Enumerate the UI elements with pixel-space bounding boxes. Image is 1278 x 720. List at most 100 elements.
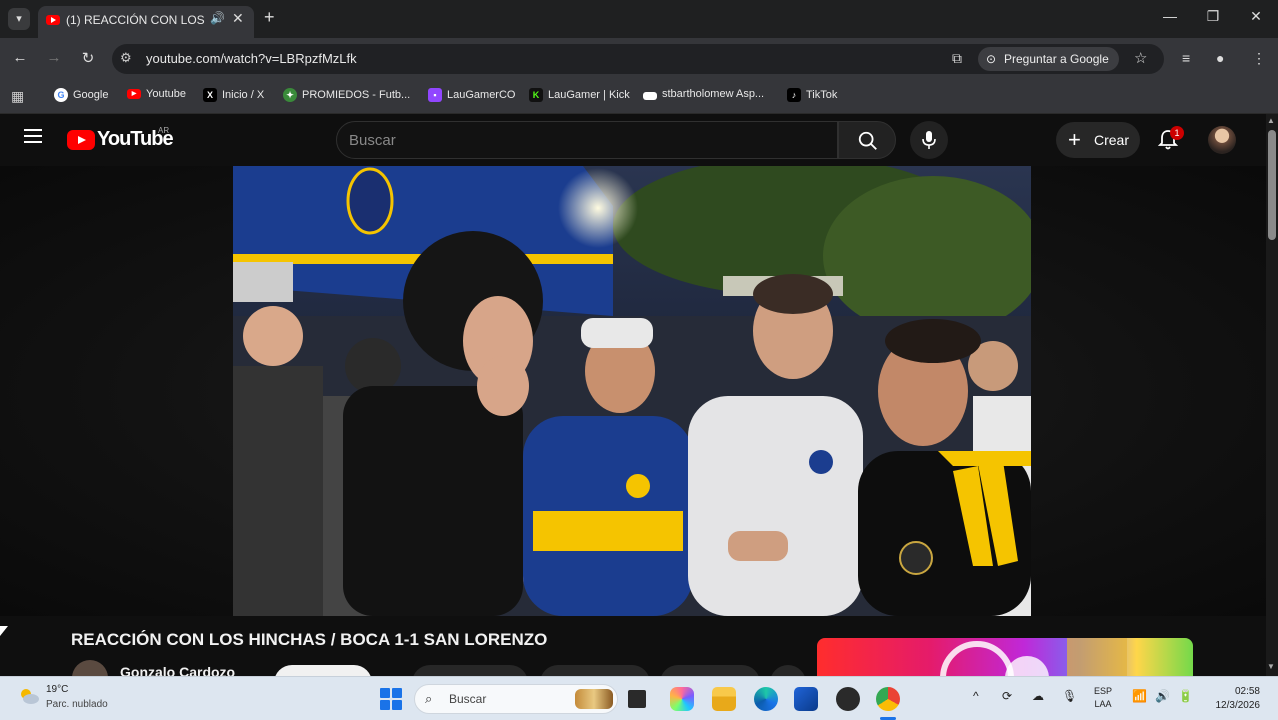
mouse-cursor-icon — [0, 626, 8, 636]
speaker-icon[interactable]: 🔊 — [210, 11, 225, 25]
weather-description[interactable]: Parc. nublado — [46, 699, 108, 710]
notification-badge: 1 — [1170, 126, 1184, 140]
bookmark-label: LauGamerCO — [447, 89, 516, 101]
weather-temperature[interactable]: 19°C — [46, 684, 68, 695]
bookmark-promiedos[interactable]: ✦ PROMIEDOS - Futb... — [283, 88, 410, 102]
address-bar[interactable]: ⚙ youtube.com/watch?v=LBRpzfMzLfk ⧉ ⊙ Pr… — [112, 44, 1164, 74]
scroll-down-icon[interactable]: ▼ — [1267, 662, 1275, 671]
taskbar-search-label: Buscar — [449, 692, 487, 706]
youtube-icon: ▶ — [127, 89, 141, 99]
create-label: Crear — [1094, 132, 1130, 148]
search-button[interactable] — [838, 121, 896, 159]
search-icon — [858, 131, 877, 150]
volume-icon[interactable]: 🔊 — [1155, 689, 1170, 703]
tab-strip: ▾ (1) REACCIÓN CON LOS HI 🔊 ✕ + — ❐ ✕ — [0, 0, 1278, 38]
voice-search-button[interactable] — [910, 121, 948, 159]
search-highlight-image — [575, 689, 613, 709]
page-scrollbar[interactable]: ▲ ▼ — [1266, 114, 1278, 676]
media-control-icon[interactable]: ≡ — [1182, 50, 1190, 66]
share-button[interactable] — [540, 665, 650, 676]
sync-icon[interactable]: ⟳ — [1002, 689, 1012, 703]
kick-icon: K — [529, 88, 543, 102]
video-player[interactable] — [0, 166, 1266, 616]
edge-icon[interactable] — [754, 687, 778, 711]
channel-avatar[interactable] — [72, 660, 108, 676]
bookmark-google[interactable]: G Google — [54, 88, 108, 102]
browser-tab[interactable]: (1) REACCIÓN CON LOS HI 🔊 ✕ — [38, 6, 254, 38]
x-icon: X — [203, 88, 217, 102]
url-text[interactable]: youtube.com/watch?v=LBRpzfMzLfk — [146, 51, 357, 66]
more-actions-button[interactable] — [770, 665, 806, 676]
twitch-icon: ▪ — [428, 88, 442, 102]
bookmark-label: TikTok — [806, 89, 838, 101]
ad-graphic — [940, 638, 1127, 676]
youtube-logo-icon[interactable] — [67, 130, 95, 150]
taskbar-search[interactable]: ⌕ Buscar — [414, 684, 618, 714]
app-icon[interactable] — [836, 687, 860, 711]
bookmark-label: Youtube — [146, 88, 186, 100]
bookmark-twitch[interactable]: ▪ LauGamerCO — [428, 88, 515, 102]
ad-banner[interactable] — [817, 638, 1193, 676]
user-avatar[interactable] — [1208, 126, 1236, 154]
bookmark-star-icon[interactable]: ☆ — [1134, 49, 1147, 67]
cloud-icon[interactable]: ☁ — [1032, 689, 1044, 703]
bookmark-stbartholomew[interactable]: stbartholomew Asp... — [643, 88, 764, 100]
ask-google-label: Preguntar a Google — [1004, 52, 1109, 66]
video-frame[interactable] — [233, 166, 1031, 616]
copilot-icon[interactable] — [670, 687, 694, 711]
reload-icon[interactable]: ↻ — [78, 49, 98, 67]
promiedos-icon: ✦ — [283, 88, 297, 102]
bookmark-label: LauGamer | Kick — [548, 89, 630, 101]
back-arrow-icon[interactable]: ← — [10, 49, 30, 66]
country-code: AR — [158, 126, 170, 135]
restore-button[interactable]: ❐ — [1203, 8, 1223, 25]
battery-icon[interactable]: 🔋 — [1178, 689, 1193, 703]
new-tab-button[interactable]: + — [264, 7, 275, 28]
tray-overflow-icon[interactable]: ^ — [973, 689, 979, 703]
windows-start-icon[interactable] — [380, 688, 402, 710]
bookmark-tiktok[interactable]: ♪ TikTok — [787, 88, 837, 102]
keyboard-layout: LAA — [1094, 699, 1112, 709]
bookmarks-bar: ▦ G Google ▶ Youtube X Inicio / X ✦ PROM… — [0, 80, 1278, 114]
scroll-up-icon[interactable]: ▲ — [1267, 116, 1275, 125]
search-box — [336, 121, 838, 159]
close-window-button[interactable]: ✕ — [1246, 8, 1266, 25]
youtube-favicon-icon — [46, 15, 60, 25]
browser-toolbar: ← → ↻ ⚙ youtube.com/watch?v=LBRpzfMzLfk … — [0, 38, 1278, 80]
install-app-icon[interactable]: ⧉ — [952, 50, 962, 67]
bookmark-label: stbartholomew Asp... — [662, 88, 765, 100]
forward-arrow-icon[interactable]: → — [44, 49, 64, 66]
ask-google-button[interactable]: ⊙ Preguntar a Google — [978, 47, 1119, 71]
google-lens-icon: ⊙ — [986, 52, 997, 66]
bookmark-x[interactable]: X Inicio / X — [203, 88, 264, 102]
close-tab-icon[interactable]: ✕ — [232, 10, 244, 27]
hamburger-menu-icon[interactable] — [24, 129, 42, 147]
channel-name[interactable]: Gonzalo Cardozo — [120, 664, 235, 676]
minimize-button[interactable]: — — [1160, 8, 1180, 24]
like-dislike-button[interactable] — [412, 665, 528, 676]
input-language[interactable]: ESP LAA — [1094, 685, 1112, 711]
clock-time: 02:58 — [1234, 686, 1260, 697]
create-button[interactable]: + Crear — [1056, 122, 1140, 158]
system-clock[interactable]: 02:58 12/3/2026 — [1206, 685, 1261, 713]
search-input[interactable] — [349, 130, 819, 150]
scrollbar-thumb[interactable] — [1268, 130, 1276, 240]
site-icon — [643, 91, 657, 100]
profile-icon[interactable]: ● — [1216, 50, 1224, 66]
tiktok-icon: ♪ — [787, 88, 801, 102]
task-view-icon[interactable] — [628, 690, 646, 708]
partly-cloudy-icon[interactable] — [18, 687, 40, 705]
chrome-icon[interactable] — [876, 687, 900, 711]
bookmark-kick[interactable]: K LauGamer | Kick — [529, 88, 630, 102]
subscribe-button[interactable] — [274, 665, 372, 676]
tab-search-button[interactable]: ▾ — [8, 8, 30, 30]
apps-grid-icon[interactable]: ▦ — [11, 88, 24, 105]
wifi-icon[interactable]: 📶 — [1132, 689, 1147, 703]
menu-kebab-icon[interactable]: ⋮ — [1252, 50, 1266, 67]
site-info-icon[interactable]: ⚙ — [120, 50, 132, 66]
microphone-tray-icon[interactable]: 🎙 — [1062, 689, 1077, 703]
download-button[interactable] — [660, 665, 760, 676]
microsoft-store-icon[interactable] — [794, 687, 818, 711]
file-explorer-icon[interactable] — [712, 687, 736, 711]
bookmark-youtube[interactable]: ▶ Youtube — [127, 88, 186, 100]
